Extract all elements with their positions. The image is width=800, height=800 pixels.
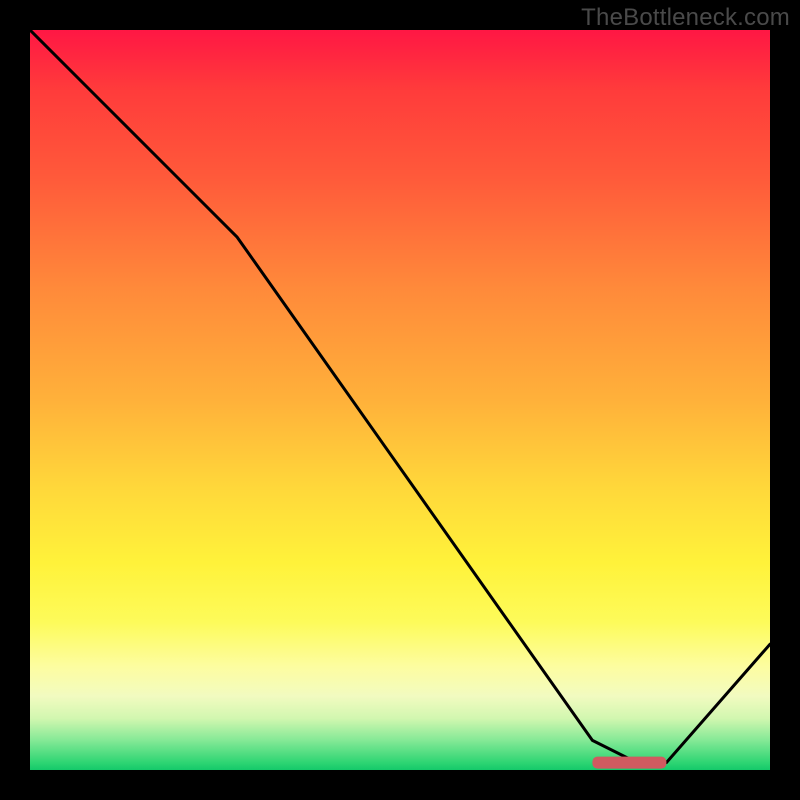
chart-frame: TheBottleneck.com (0, 0, 800, 800)
optimal-band (592, 757, 666, 769)
plot-area (30, 30, 770, 770)
chart-svg (30, 30, 770, 770)
watermark-text: TheBottleneck.com (581, 4, 790, 32)
curve-line (30, 30, 770, 763)
